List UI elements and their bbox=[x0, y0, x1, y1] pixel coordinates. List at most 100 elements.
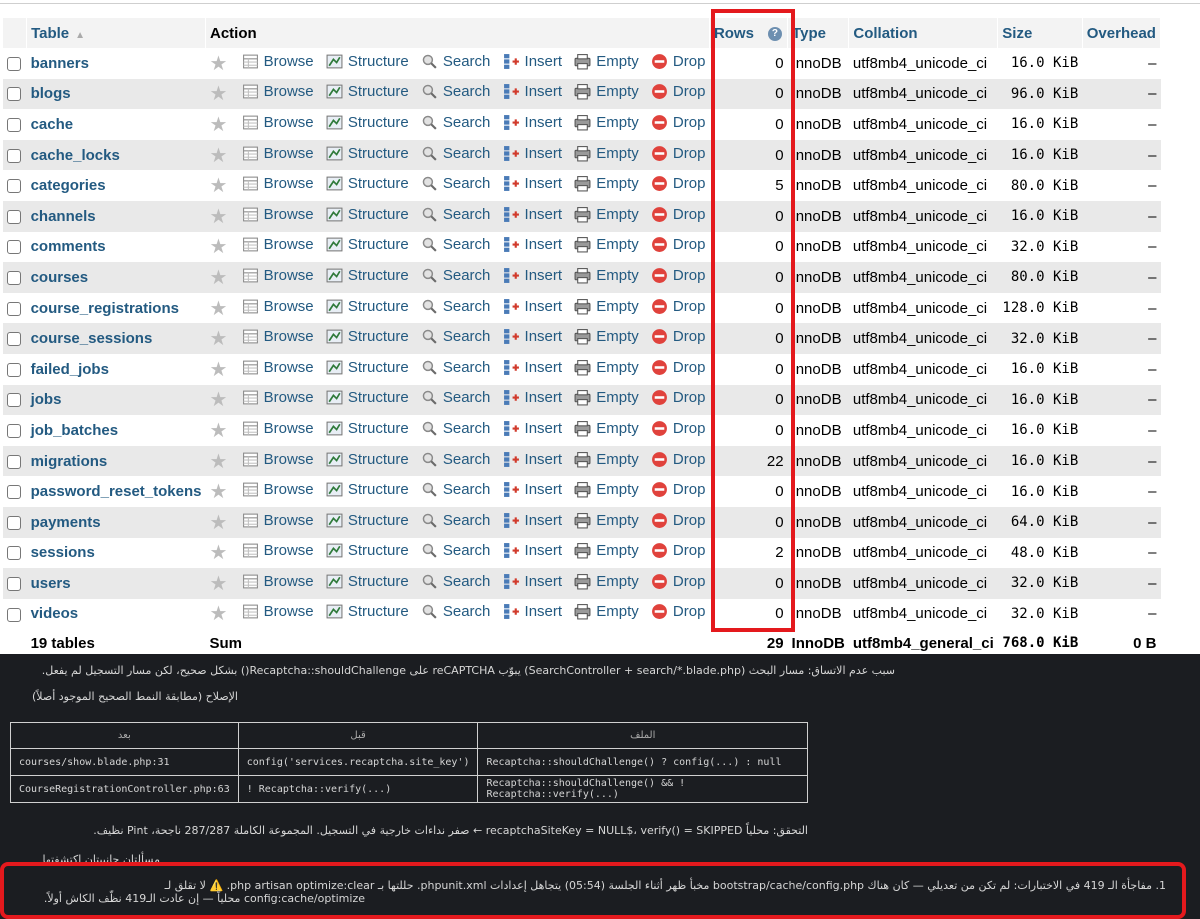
favorite-star-icon[interactable]: ★ bbox=[210, 512, 228, 534]
header-type[interactable]: Type bbox=[787, 18, 850, 48]
insert-button[interactable]: Insert bbox=[503, 206, 562, 223]
row-checkbox[interactable] bbox=[7, 454, 21, 469]
row-checkbox[interactable] bbox=[7, 270, 21, 285]
favorite-star-icon[interactable]: ★ bbox=[210, 114, 228, 136]
empty-button[interactable]: Empty bbox=[574, 573, 639, 590]
row-size[interactable]: 32.0 KiB bbox=[997, 568, 1083, 599]
browse-button[interactable]: Browse bbox=[242, 573, 314, 590]
structure-button[interactable]: Structure bbox=[326, 542, 409, 559]
insert-button[interactable]: Insert bbox=[503, 298, 562, 315]
table-name-link[interactable]: comments bbox=[31, 238, 106, 255]
browse-button[interactable]: Browse bbox=[242, 420, 314, 437]
empty-button[interactable]: Empty bbox=[574, 298, 639, 315]
browse-button[interactable]: Browse bbox=[242, 481, 314, 498]
row-checkbox[interactable] bbox=[7, 515, 21, 530]
empty-button[interactable]: Empty bbox=[574, 83, 639, 100]
search-button[interactable]: Search bbox=[421, 114, 490, 131]
browse-button[interactable]: Browse bbox=[242, 175, 314, 192]
structure-button[interactable]: Structure bbox=[326, 145, 409, 162]
table-name-link[interactable]: jobs bbox=[31, 391, 62, 408]
empty-button[interactable]: Empty bbox=[574, 114, 639, 131]
header-overhead[interactable]: Overhead bbox=[1082, 18, 1162, 48]
browse-button[interactable]: Browse bbox=[242, 451, 314, 468]
insert-button[interactable]: Insert bbox=[503, 267, 562, 284]
row-checkbox[interactable] bbox=[7, 362, 21, 377]
drop-button[interactable]: Drop bbox=[651, 512, 705, 529]
row-size[interactable]: 32.0 KiB bbox=[997, 598, 1083, 630]
help-icon[interactable]: ? bbox=[767, 26, 782, 41]
structure-button[interactable]: Structure bbox=[326, 53, 409, 70]
row-checkbox[interactable] bbox=[7, 56, 21, 71]
row-size[interactable]: 16.0 KiB bbox=[997, 476, 1083, 507]
structure-button[interactable]: Structure bbox=[326, 236, 409, 253]
browse-button[interactable]: Browse bbox=[242, 542, 314, 559]
row-size[interactable]: 16.0 KiB bbox=[997, 109, 1083, 140]
row-checkbox[interactable] bbox=[7, 485, 21, 500]
insert-button[interactable]: Insert bbox=[503, 512, 562, 529]
drop-button[interactable]: Drop bbox=[651, 542, 705, 559]
search-button[interactable]: Search bbox=[421, 267, 490, 284]
search-button[interactable]: Search bbox=[421, 420, 490, 437]
insert-button[interactable]: Insert bbox=[503, 542, 562, 559]
search-button[interactable]: Search bbox=[421, 451, 490, 468]
insert-button[interactable]: Insert bbox=[503, 145, 562, 162]
row-checkbox[interactable] bbox=[7, 240, 21, 255]
row-checkbox[interactable] bbox=[7, 118, 21, 133]
insert-button[interactable]: Insert bbox=[503, 175, 562, 192]
favorite-star-icon[interactable]: ★ bbox=[210, 206, 228, 228]
browse-button[interactable]: Browse bbox=[242, 145, 314, 162]
drop-button[interactable]: Drop bbox=[651, 145, 705, 162]
drop-button[interactable]: Drop bbox=[651, 328, 705, 345]
table-name-link[interactable]: sessions bbox=[31, 544, 95, 561]
structure-button[interactable]: Structure bbox=[326, 359, 409, 376]
favorite-star-icon[interactable]: ★ bbox=[210, 359, 228, 381]
insert-button[interactable]: Insert bbox=[503, 603, 562, 620]
browse-button[interactable]: Browse bbox=[242, 359, 314, 376]
structure-button[interactable]: Structure bbox=[326, 420, 409, 437]
drop-button[interactable]: Drop bbox=[651, 359, 705, 376]
table-name-link[interactable]: course_sessions bbox=[31, 330, 153, 347]
drop-button[interactable]: Drop bbox=[651, 481, 705, 498]
structure-button[interactable]: Structure bbox=[326, 267, 409, 284]
drop-button[interactable]: Drop bbox=[651, 206, 705, 223]
search-button[interactable]: Search bbox=[421, 206, 490, 223]
search-button[interactable]: Search bbox=[421, 512, 490, 529]
structure-button[interactable]: Structure bbox=[326, 175, 409, 192]
search-button[interactable]: Search bbox=[421, 389, 490, 406]
drop-button[interactable]: Drop bbox=[651, 175, 705, 192]
drop-button[interactable]: Drop bbox=[651, 114, 705, 131]
row-size[interactable]: 16.0 KiB bbox=[997, 139, 1083, 171]
favorite-star-icon[interactable]: ★ bbox=[210, 83, 228, 105]
browse-button[interactable]: Browse bbox=[242, 206, 314, 223]
row-checkbox[interactable] bbox=[7, 546, 21, 561]
empty-button[interactable]: Empty bbox=[574, 481, 639, 498]
browse-button[interactable]: Browse bbox=[242, 267, 314, 284]
row-checkbox[interactable] bbox=[7, 576, 21, 591]
browse-button[interactable]: Browse bbox=[242, 603, 314, 620]
empty-button[interactable]: Empty bbox=[574, 53, 639, 70]
header-collation[interactable]: Collation bbox=[848, 18, 999, 48]
favorite-star-icon[interactable]: ★ bbox=[210, 542, 228, 564]
row-size[interactable]: 32.0 KiB bbox=[997, 323, 1083, 354]
row-checkbox[interactable] bbox=[7, 209, 21, 224]
drop-button[interactable]: Drop bbox=[651, 451, 705, 468]
search-button[interactable]: Search bbox=[421, 481, 490, 498]
insert-button[interactable]: Insert bbox=[503, 573, 562, 590]
search-button[interactable]: Search bbox=[421, 359, 490, 376]
drop-button[interactable]: Drop bbox=[651, 420, 705, 437]
browse-button[interactable]: Browse bbox=[242, 389, 314, 406]
row-checkbox[interactable] bbox=[7, 179, 21, 194]
row-size[interactable]: 16.0 KiB bbox=[997, 415, 1083, 446]
empty-button[interactable]: Empty bbox=[574, 236, 639, 253]
drop-button[interactable]: Drop bbox=[651, 267, 705, 284]
favorite-star-icon[interactable]: ★ bbox=[210, 145, 228, 167]
structure-button[interactable]: Structure bbox=[326, 573, 409, 590]
browse-button[interactable]: Browse bbox=[242, 236, 314, 253]
row-checkbox[interactable] bbox=[7, 148, 21, 163]
drop-button[interactable]: Drop bbox=[651, 603, 705, 620]
empty-button[interactable]: Empty bbox=[574, 145, 639, 162]
row-size[interactable]: 16.0 KiB bbox=[997, 48, 1083, 79]
empty-button[interactable]: Empty bbox=[574, 512, 639, 529]
search-button[interactable]: Search bbox=[421, 236, 490, 253]
search-button[interactable]: Search bbox=[421, 298, 490, 315]
